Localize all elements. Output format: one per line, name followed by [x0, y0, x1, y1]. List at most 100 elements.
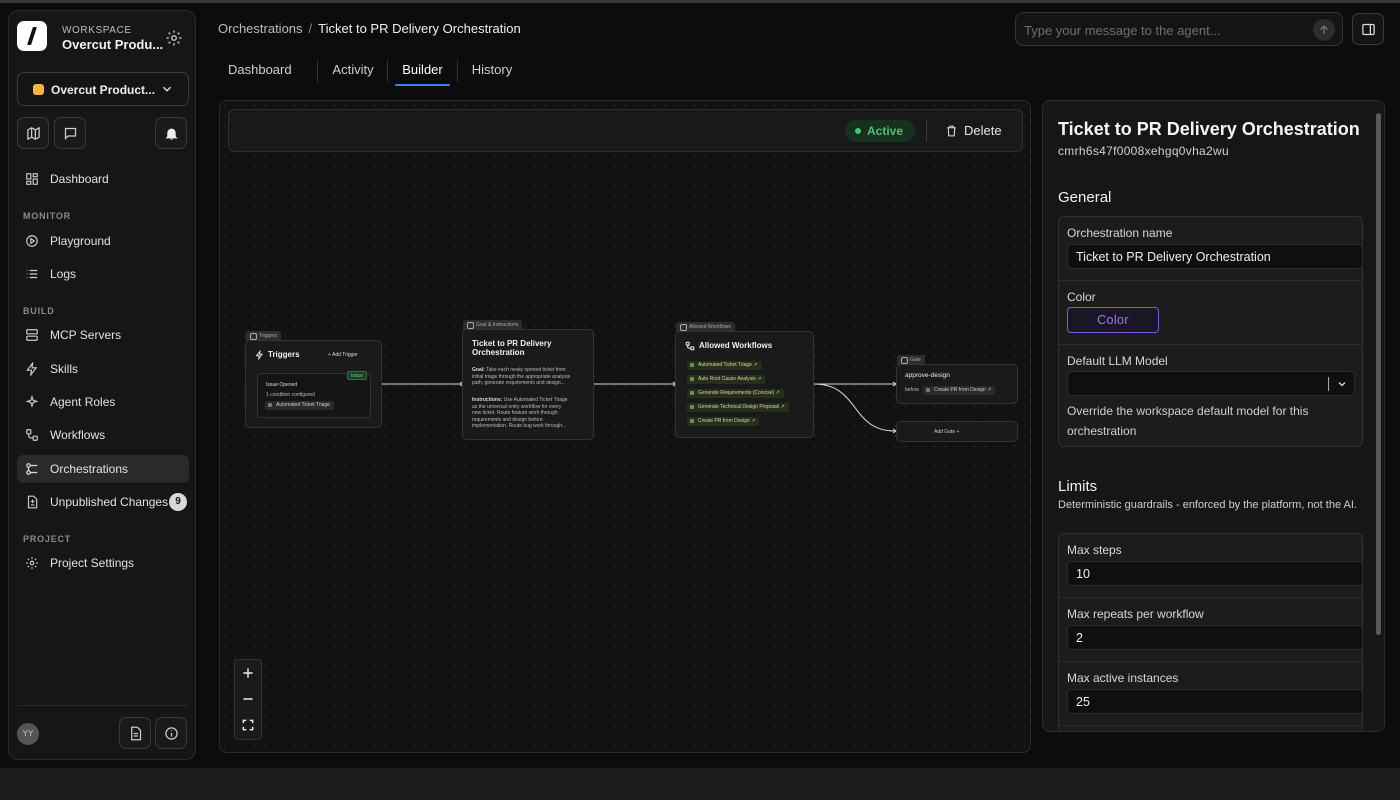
gear-icon[interactable]: [165, 29, 183, 47]
docs-map-button[interactable]: [17, 117, 49, 149]
sidebar-item-project-settings[interactable]: Project Settings: [17, 549, 189, 577]
triggers-node[interactable]: Triggers + Add Trigger Issue Issue Opene…: [245, 340, 382, 428]
sidebar-item-logs[interactable]: Logs: [17, 260, 189, 288]
add-trigger-button[interactable]: + Add Trigger: [328, 352, 358, 359]
add-gate-button[interactable]: Add Gate +: [896, 421, 1018, 442]
zoom-out-button[interactable]: [235, 686, 261, 712]
goal-instructions-node[interactable]: Ticket to PR Delivery Orchestration Goal:…: [462, 329, 594, 440]
limits-section: Max steps 10 Max repeats per workflow 2 …: [1058, 533, 1363, 731]
sidebar-item-label: Dashboard: [50, 172, 109, 186]
sidebar-item-playground[interactable]: Playground: [17, 227, 189, 255]
workflow-icon: [26, 429, 38, 441]
instructions-line: Use Automated Ticket Triage: [502, 397, 568, 403]
tab-builder[interactable]: Builder: [395, 56, 450, 86]
instructions-text: Instructions: Use Automated Ticket Triag…: [472, 397, 588, 430]
section-build: BUILD: [23, 306, 55, 316]
workspace-switcher[interactable]: WORKSPACE Overcut Produ...: [17, 21, 189, 61]
sidebar-item-skills[interactable]: Skills: [17, 355, 189, 383]
sidebar-item-label: Unpublished Changes: [50, 495, 169, 509]
workflow-chip[interactable]: Generate Requirements (Concise) ↗: [687, 389, 784, 398]
agent-message-box: [1015, 12, 1343, 46]
tab-dashboard[interactable]: Dashboard: [228, 56, 292, 86]
sidebar-item-unpublished-changes[interactable]: Unpublished Changes 9: [17, 488, 189, 516]
name-label: Orchestration name: [1067, 226, 1173, 240]
workflow-chip[interactable]: Auto Root Cause Analysis ↗: [687, 375, 766, 384]
instructions-label: Instructions:: [472, 397, 503, 403]
max-instances-input[interactable]: 25: [1067, 689, 1363, 714]
agent-message-input[interactable]: [1024, 20, 1304, 40]
plus-icon: [243, 668, 253, 678]
project-selector[interactable]: Overcut Product...: [17, 72, 189, 106]
goal-node-title: Ticket to PR Delivery Orchestration: [472, 339, 551, 357]
chat-button[interactable]: [54, 117, 86, 149]
sidebar-item-agent-roles[interactable]: Agent Roles: [17, 388, 189, 416]
triggers-node-title: Triggers: [268, 350, 300, 359]
gate-name: approve-design: [905, 372, 950, 379]
sidebar-item-workflows[interactable]: Workflows: [17, 421, 189, 449]
field-divider: [1059, 280, 1362, 281]
sidebar-item-label: Agent Roles: [50, 395, 116, 409]
workflow-chip[interactable]: Generate Technical Design Proposal ↗: [687, 403, 789, 412]
chip-label: Automated Ticket Triage: [698, 362, 752, 368]
section-project: PROJECT: [23, 534, 72, 544]
workflow-chip[interactable]: Create PR from Design ↗: [687, 417, 760, 426]
document-icon: [131, 726, 142, 741]
goal-line: Take each newly opened ticket from: [484, 367, 566, 373]
max-steps-input[interactable]: 10: [1067, 561, 1363, 586]
chip-label: Auto Root Cause Analysis: [698, 376, 756, 382]
breadcrumb-orchestrations-link[interactable]: Orchestrations: [218, 21, 303, 36]
app-logo: [17, 21, 47, 51]
zoom-in-button[interactable]: [235, 660, 261, 686]
sidebar-item-label: MCP Servers: [50, 328, 122, 342]
sidebar-item-dashboard[interactable]: Dashboard: [17, 165, 189, 193]
tab-history[interactable]: History: [468, 56, 516, 86]
fit-view-button[interactable]: [235, 712, 261, 738]
orchestration-name-input[interactable]: Ticket to PR Delivery Orchestration: [1067, 244, 1363, 269]
chip-label: Generate Technical Design Proposal: [698, 404, 780, 410]
allowed-workflows-node[interactable]: Allowed Workflows Automated Ticket Triag…: [675, 331, 814, 438]
send-button[interactable]: [1313, 19, 1335, 41]
max-repeats-input[interactable]: 2: [1067, 625, 1363, 650]
builder-canvas[interactable]: Active Delete Triggers Triggers + Add Tr…: [219, 100, 1031, 753]
map-icon: [27, 126, 40, 141]
add-gate-label: Add Gate +: [934, 429, 960, 435]
play-circle-icon: [26, 235, 38, 247]
panel-scrollbar[interactable]: [1376, 113, 1381, 635]
info-button[interactable]: [155, 717, 187, 749]
llm-model-select[interactable]: [1067, 371, 1355, 396]
section-monitor: MONITOR: [23, 211, 71, 221]
trigger-card[interactable]: Issue Issue Opened 1 condition configure…: [257, 371, 371, 418]
goal-line: initial triage through the appropriate a…: [472, 373, 571, 380]
docs-button[interactable]: [119, 717, 151, 749]
sidebar-item-mcp-servers[interactable]: MCP Servers: [17, 321, 189, 349]
instructions-line: as the universal entry workflow for ever…: [472, 403, 562, 410]
notifications-button[interactable]: [155, 117, 187, 149]
avatar[interactable]: YY: [17, 723, 39, 745]
color-picker-button[interactable]: Color: [1067, 307, 1159, 333]
chip-label: Generate Requirements (Concise): [698, 390, 775, 396]
gate-node[interactable]: approve-design before Create PR from Des…: [896, 364, 1018, 404]
workspace-label: WORKSPACE: [62, 25, 132, 36]
trigger-workflow-chip[interactable]: Automated Ticket Triage: [265, 401, 334, 410]
max-instances-label: Max active instances: [1067, 671, 1179, 685]
zoom-controls: [234, 659, 262, 740]
tab-activity[interactable]: Activity: [328, 56, 378, 86]
orchestration-id: cmrh6s47f0008xehgq0vha2wu: [1058, 144, 1229, 158]
gear-icon: [26, 557, 38, 569]
list-icon: [26, 269, 38, 279]
instructions-line: new ticket. Route feature work through: [472, 410, 558, 416]
sidebar-panel-icon: [1362, 23, 1375, 36]
workflow-chip[interactable]: Automated Ticket Triage ↗: [687, 361, 762, 370]
toggle-panel-button[interactable]: [1352, 13, 1384, 45]
max-steps-label: Max steps: [1067, 543, 1122, 557]
gate-target-chip[interactable]: Create PR from Design ↗: [923, 386, 996, 395]
goal-title-line2: Orchestration: [472, 348, 525, 357]
goal-text: Goal: Take each newly opened ticket from…: [472, 367, 588, 387]
project-name: Overcut Product...: [51, 83, 156, 97]
edge-workflows-to-add-gate: [813, 383, 896, 432]
field-divider: [1059, 344, 1362, 345]
sidebar-item-orchestrations[interactable]: Orchestrations: [17, 455, 189, 483]
breadcrumb-separator: /: [308, 21, 313, 36]
tab-divider: [387, 60, 388, 82]
trigger-conditions: 1 condition configured: [266, 392, 315, 398]
